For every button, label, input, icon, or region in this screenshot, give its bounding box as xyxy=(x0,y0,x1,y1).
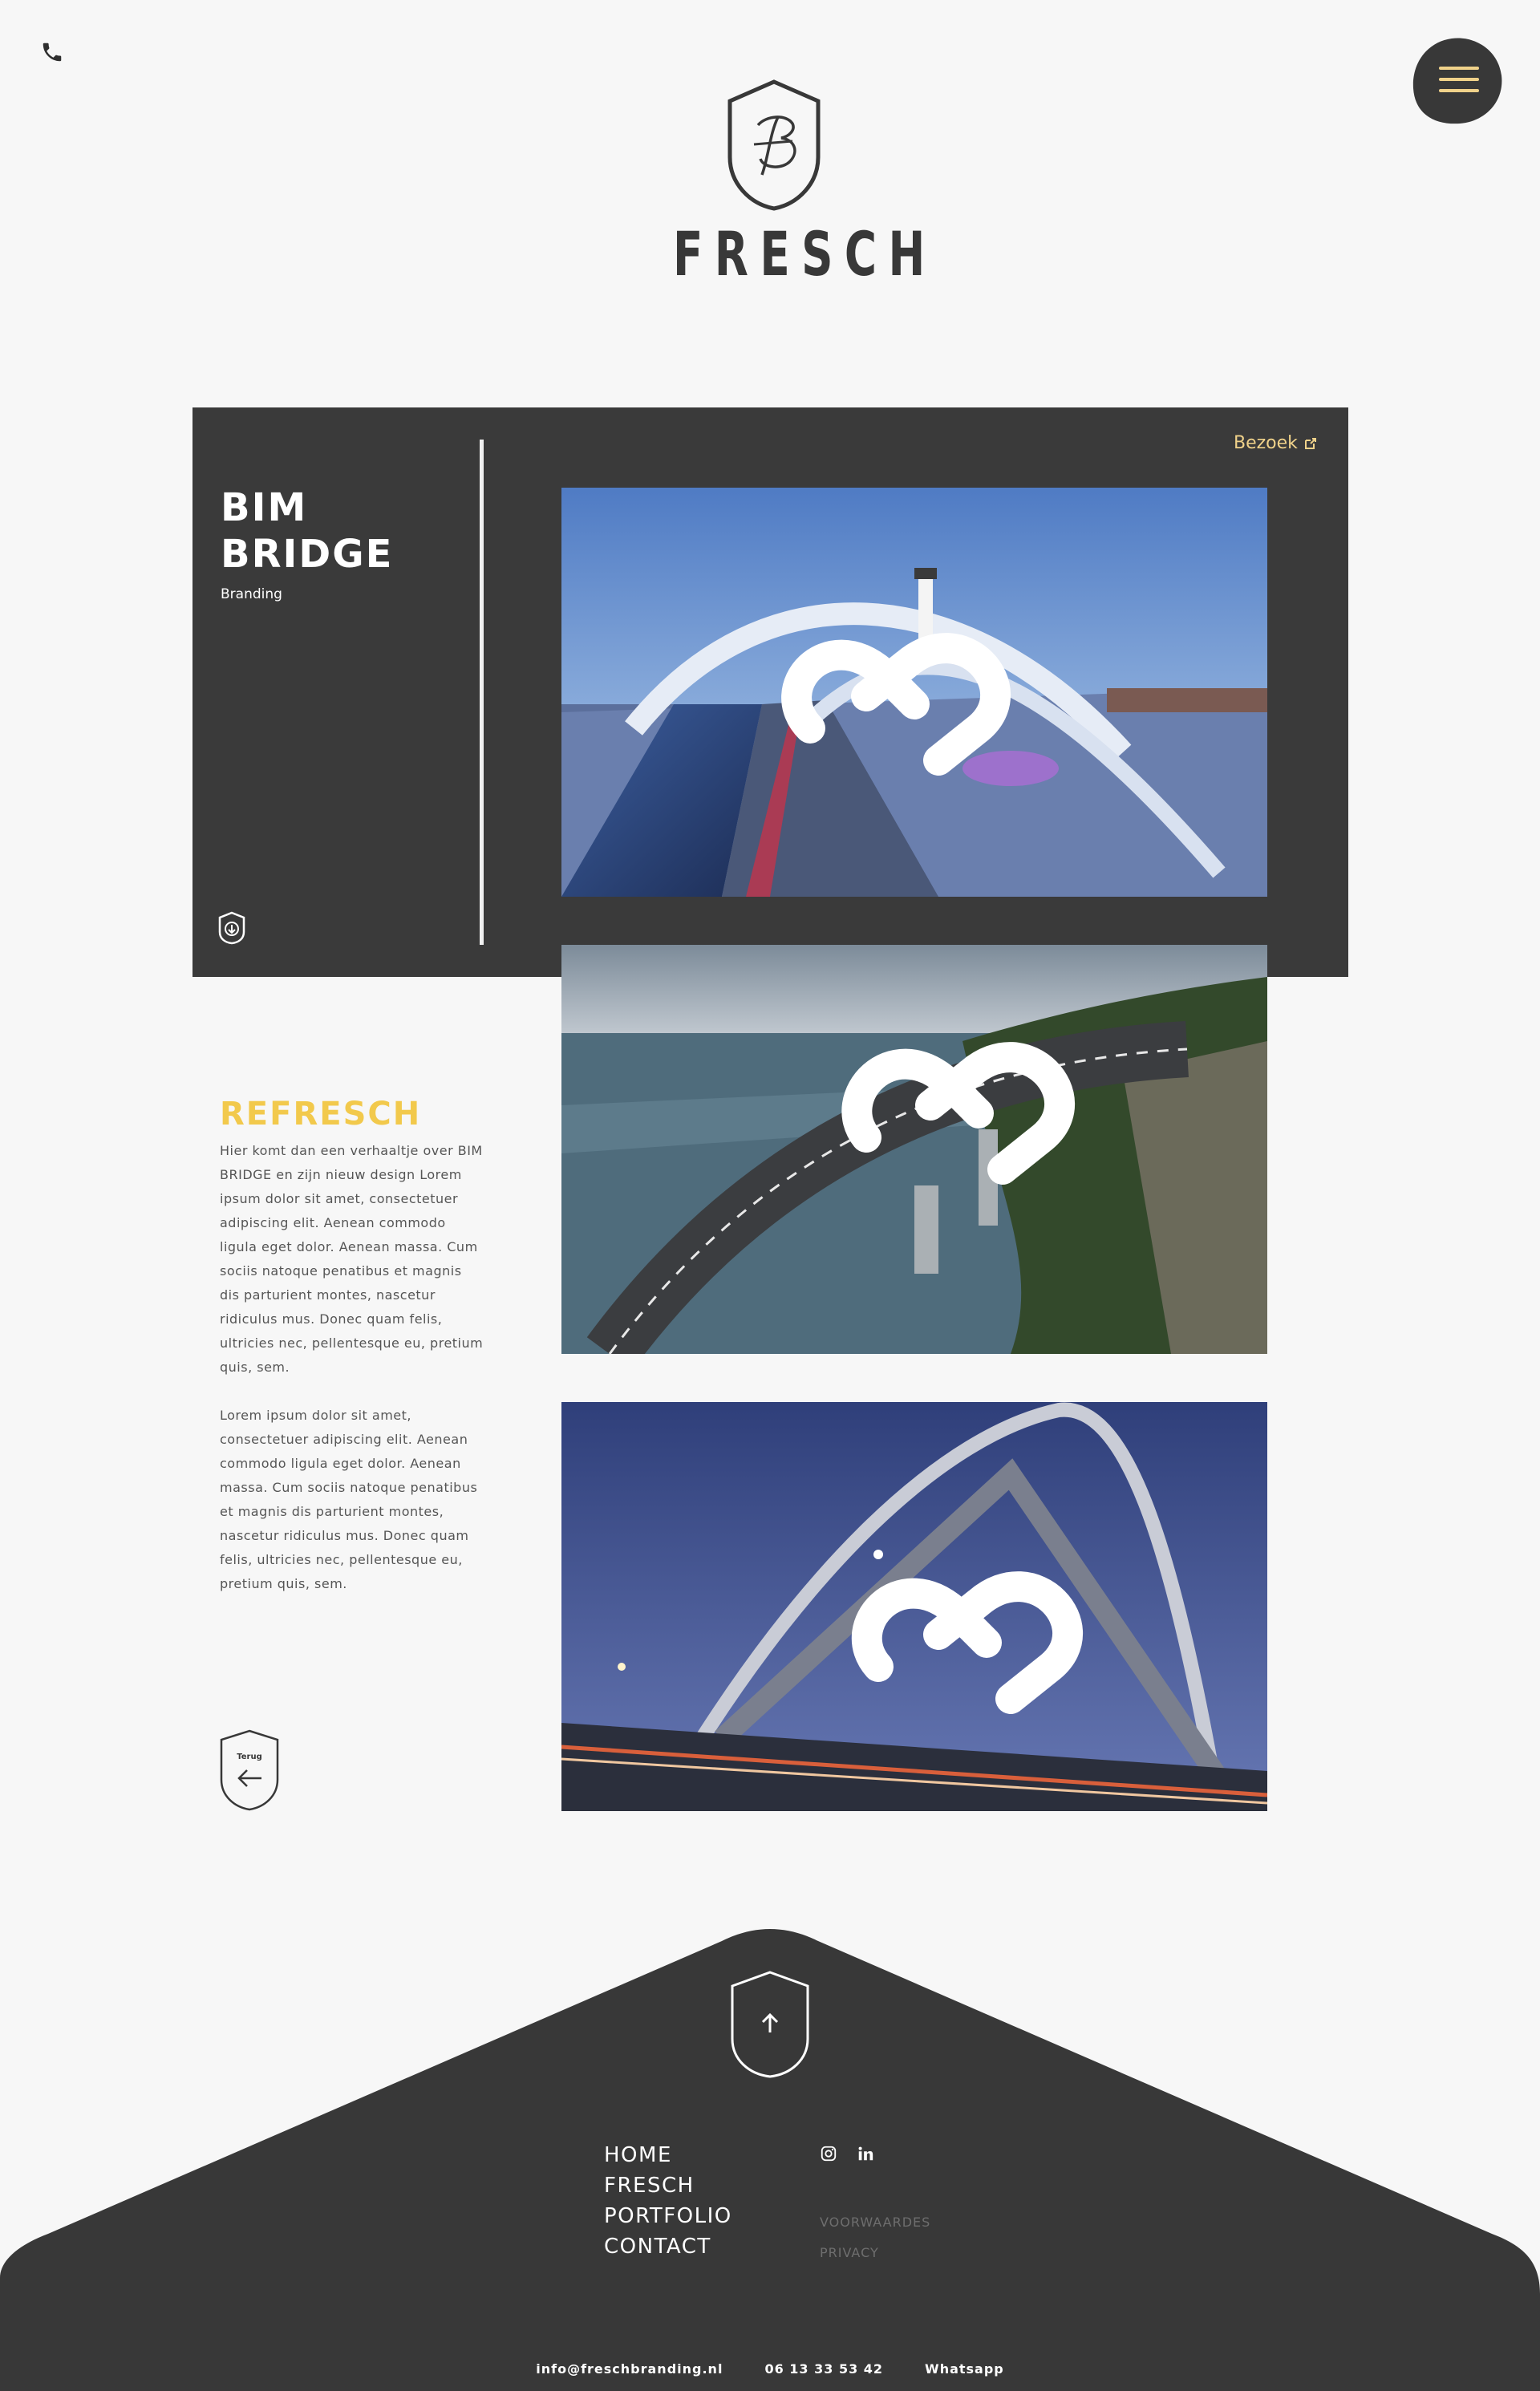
linkedin-icon[interactable] xyxy=(857,2145,876,2164)
footer-nav-contact[interactable]: CONTACT xyxy=(604,2231,732,2262)
phone-link[interactable]: 06 13 33 53 42 xyxy=(764,2361,883,2377)
social-links xyxy=(820,2145,876,2164)
shield-arrow-left-icon xyxy=(220,1729,279,1811)
story-paragraph: Hier komt dan een verhaaltje over BIM BR… xyxy=(220,1143,484,1375)
contact-row: info@freschbranding.nl 06 13 33 53 42 Wh… xyxy=(0,2361,1540,2377)
email-link[interactable]: info@freschbranding.nl xyxy=(536,2361,723,2377)
shield-arrow-up-icon xyxy=(731,1971,809,2078)
instagram-icon[interactable] xyxy=(820,2145,839,2164)
visit-label: Bezoek xyxy=(1234,433,1298,453)
project-title: BIM BRIDGE xyxy=(221,484,461,577)
back-button[interactable]: Terug xyxy=(218,1728,281,1812)
footer-nav: HOME FRESCH PORTFOLIO CONTACT xyxy=(604,2140,732,2262)
external-link-icon xyxy=(1304,437,1316,449)
project-image-coastal-road xyxy=(561,945,1267,1354)
whatsapp-link[interactable]: Whatsapp xyxy=(925,2361,1004,2377)
terms-link[interactable]: VOORWAARDES xyxy=(820,2207,930,2238)
brand-name: FRESCH xyxy=(673,218,937,290)
shield-arrow-down-icon xyxy=(218,911,245,945)
legal-links: VOORWAARDES PRIVACY xyxy=(820,2207,930,2268)
project-title-line1: BIM xyxy=(221,485,308,530)
footer-nav-fresch[interactable]: FRESCH xyxy=(604,2170,732,2201)
project-image-arch-bridge xyxy=(561,1402,1267,1811)
project-image-bridge-dusk xyxy=(561,488,1267,897)
menu-button[interactable] xyxy=(1412,35,1503,125)
panel-divider xyxy=(480,440,484,945)
back-to-top-button[interactable] xyxy=(728,1970,812,2079)
brand-logo[interactable]: FRESCH xyxy=(634,77,937,294)
footer-nav-home[interactable]: HOME xyxy=(604,2140,732,2170)
scroll-down-button[interactable] xyxy=(218,911,245,945)
phone-icon[interactable] xyxy=(40,40,64,64)
story-paragraph: Lorem ipsum dolor sit amet, consectetuer… xyxy=(220,1408,478,1591)
monogram-shield-icon xyxy=(727,79,821,211)
back-label: Terug xyxy=(237,1753,262,1761)
project-title-line2: BRIDGE xyxy=(221,532,394,577)
privacy-link[interactable]: PRIVACY xyxy=(820,2238,930,2268)
project-category: Branding xyxy=(221,586,282,602)
story-heading: REFRESCH xyxy=(220,1096,422,1133)
visit-link[interactable]: Bezoek xyxy=(1234,433,1317,453)
footer-nav-portfolio[interactable]: PORTFOLIO xyxy=(604,2201,732,2231)
